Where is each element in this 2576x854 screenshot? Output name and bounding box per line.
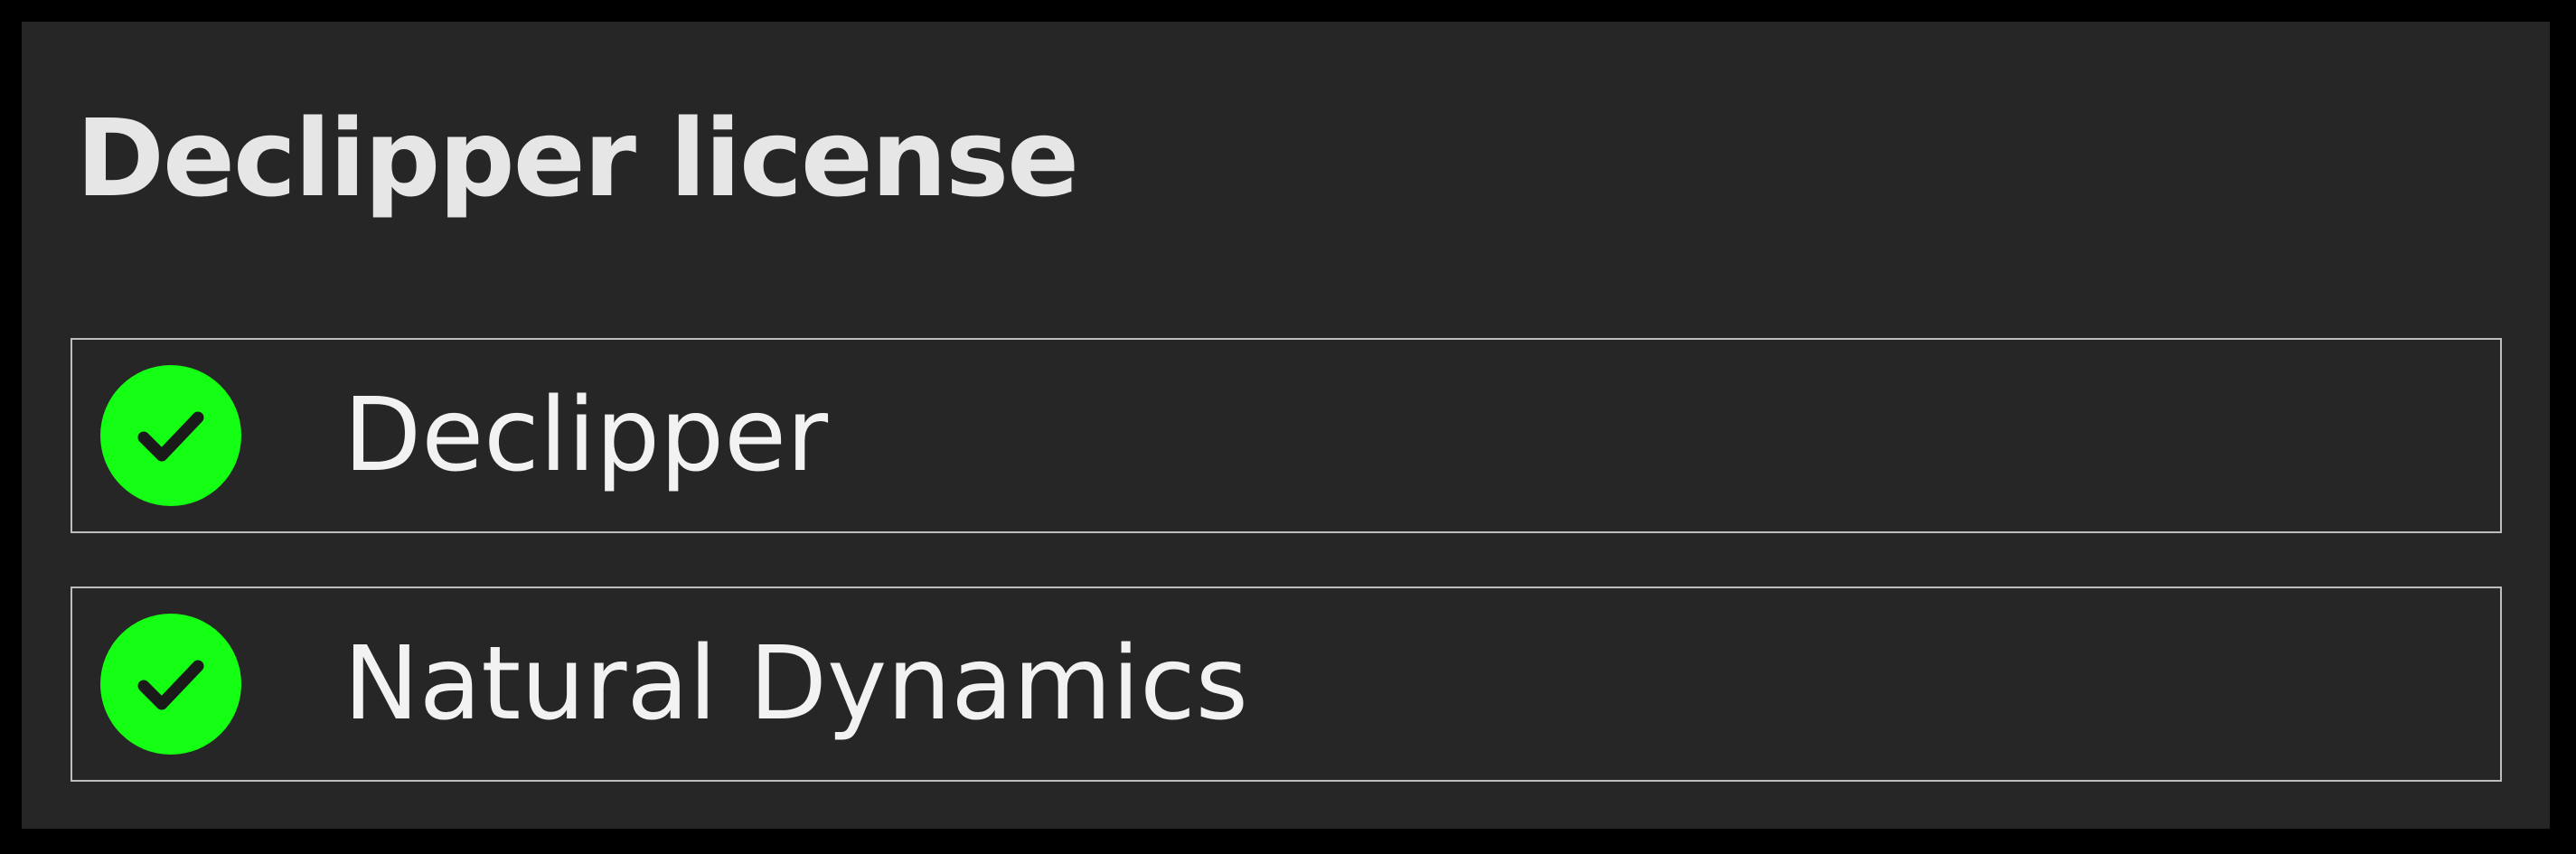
check-icon	[100, 365, 241, 506]
license-label: Natural Dynamics	[343, 625, 1248, 743]
check-icon	[100, 614, 241, 755]
license-row-declipper: Declipper	[71, 338, 2502, 533]
page-title: Declipper license	[76, 96, 1079, 221]
license-panel: Declipper license Declipper Natural Dyna…	[22, 22, 2550, 829]
license-row-natural-dynamics: Natural Dynamics	[71, 587, 2502, 782]
license-label: Declipper	[343, 377, 829, 494]
